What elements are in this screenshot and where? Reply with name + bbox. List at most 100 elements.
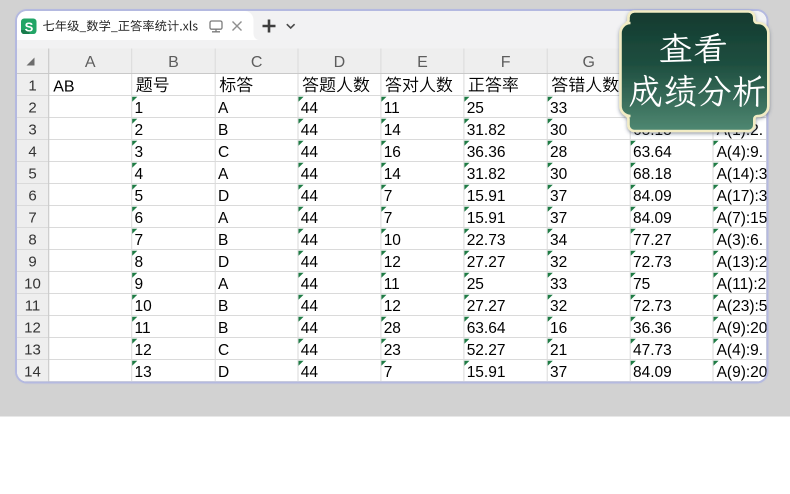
svg-text:44: 44 — [301, 320, 319, 337]
svg-text:B: B — [168, 54, 179, 71]
svg-text:15.91: 15.91 — [467, 210, 506, 227]
svg-text:11: 11 — [135, 320, 151, 337]
svg-text:B: B — [218, 122, 228, 139]
svg-text:G: G — [582, 54, 594, 71]
svg-text:36.36: 36.36 — [633, 320, 672, 337]
svg-text:A(7):15: A(7):15 — [717, 210, 768, 227]
svg-text:A(17):3: A(17):3 — [717, 188, 768, 205]
svg-text:C: C — [251, 54, 263, 71]
svg-text:D: D — [218, 364, 229, 381]
svg-text:44: 44 — [301, 144, 319, 161]
svg-text:33: 33 — [550, 100, 567, 117]
svg-text:7: 7 — [384, 210, 393, 227]
svg-text:13: 13 — [135, 364, 152, 381]
svg-text:11: 11 — [384, 100, 400, 117]
svg-text:8: 8 — [135, 254, 144, 271]
svg-text:52.27: 52.27 — [467, 342, 506, 359]
svg-text:A(9):20: A(9):20 — [717, 320, 768, 337]
svg-text:36.36: 36.36 — [467, 144, 506, 161]
svg-text:31.82: 31.82 — [467, 166, 506, 183]
svg-text:72.73: 72.73 — [633, 298, 672, 315]
svg-text:A: A — [218, 276, 229, 293]
svg-text:1: 1 — [28, 77, 36, 94]
svg-text:3: 3 — [135, 144, 144, 161]
svg-text:15.91: 15.91 — [467, 364, 506, 381]
svg-text:S: S — [25, 20, 34, 35]
svg-text:E: E — [417, 54, 428, 71]
svg-text:44: 44 — [301, 122, 319, 139]
svg-text:44: 44 — [301, 166, 319, 183]
svg-text:31.82: 31.82 — [467, 122, 506, 139]
svg-text:13: 13 — [24, 341, 41, 358]
svg-text:11: 11 — [25, 297, 41, 314]
svg-text:22.73: 22.73 — [467, 232, 506, 249]
svg-text:32: 32 — [550, 298, 567, 315]
svg-text:30: 30 — [550, 122, 568, 139]
svg-text:30: 30 — [550, 166, 568, 183]
svg-text:7: 7 — [135, 232, 144, 249]
svg-text:A(23):5: A(23):5 — [717, 298, 768, 315]
svg-text:63.64: 63.64 — [467, 320, 506, 337]
svg-text:14: 14 — [24, 363, 41, 380]
svg-text:A: A — [218, 100, 229, 117]
svg-text:10: 10 — [24, 275, 41, 292]
svg-text:D: D — [218, 254, 229, 271]
svg-text:25: 25 — [467, 276, 484, 293]
svg-text:25: 25 — [467, 100, 484, 117]
svg-text:44: 44 — [301, 276, 319, 293]
svg-text:23: 23 — [384, 342, 401, 359]
svg-text:7: 7 — [384, 364, 393, 381]
svg-text:7: 7 — [384, 188, 393, 205]
svg-text:5: 5 — [135, 188, 144, 205]
svg-text:21: 21 — [550, 342, 567, 359]
svg-text:12: 12 — [24, 319, 41, 336]
svg-text:4: 4 — [28, 143, 36, 160]
svg-text:A(14):3: A(14):3 — [717, 166, 768, 183]
svg-text:B: B — [218, 232, 228, 249]
svg-text:84.09: 84.09 — [633, 210, 672, 227]
svg-text:44: 44 — [301, 364, 319, 381]
svg-text:72.73: 72.73 — [633, 254, 672, 271]
svg-text:84.09: 84.09 — [633, 364, 672, 381]
svg-text:44: 44 — [301, 254, 319, 271]
svg-text:5: 5 — [28, 165, 36, 182]
svg-text:D: D — [334, 54, 346, 71]
svg-text:44: 44 — [301, 232, 319, 249]
svg-text:77.27: 77.27 — [633, 232, 672, 249]
svg-text:12: 12 — [135, 342, 152, 359]
svg-text:2: 2 — [28, 99, 36, 116]
svg-text:A(11):2: A(11):2 — [717, 276, 767, 293]
svg-text:27.27: 27.27 — [467, 298, 506, 315]
svg-text:A: A — [85, 54, 96, 71]
svg-text:11: 11 — [384, 276, 400, 293]
svg-text:28: 28 — [550, 144, 567, 161]
svg-text:44: 44 — [301, 188, 319, 205]
svg-text:10: 10 — [384, 232, 402, 249]
svg-text:A(4):9.: A(4):9. — [717, 342, 764, 359]
svg-text:12: 12 — [384, 254, 401, 271]
svg-text:F: F — [501, 54, 511, 71]
svg-text:3: 3 — [28, 121, 36, 138]
svg-text:D: D — [218, 188, 229, 205]
svg-text:75: 75 — [633, 276, 650, 293]
svg-text:14: 14 — [384, 122, 402, 139]
svg-text:44: 44 — [301, 298, 319, 315]
svg-text:B: B — [218, 320, 228, 337]
svg-text:16: 16 — [384, 144, 401, 161]
svg-text:68.18: 68.18 — [633, 166, 672, 183]
svg-text:37: 37 — [550, 188, 567, 205]
svg-text:4: 4 — [135, 166, 144, 183]
svg-text:84.09: 84.09 — [633, 188, 672, 205]
svg-text:6: 6 — [28, 187, 36, 204]
svg-text:AB: AB — [53, 79, 74, 96]
svg-text:2: 2 — [135, 122, 144, 139]
svg-text:7: 7 — [28, 209, 36, 226]
svg-text:44: 44 — [301, 342, 319, 359]
svg-text:37: 37 — [550, 210, 567, 227]
svg-text:34: 34 — [550, 232, 568, 249]
svg-text:16: 16 — [550, 320, 567, 337]
svg-text:15.91: 15.91 — [467, 188, 506, 205]
svg-text:14: 14 — [384, 166, 402, 183]
svg-text:8: 8 — [28, 231, 36, 248]
svg-text:63.64: 63.64 — [633, 144, 672, 161]
